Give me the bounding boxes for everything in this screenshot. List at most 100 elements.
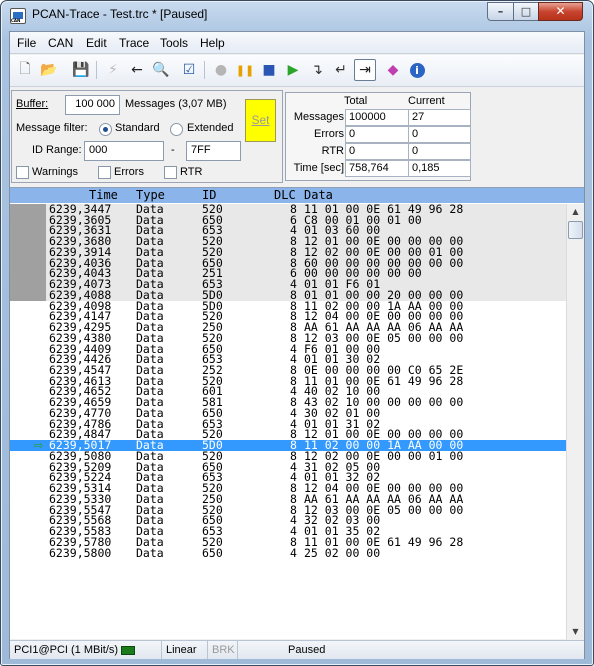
close-button[interactable]: ✕ [538, 2, 583, 21]
vertical-scrollbar[interactable]: ▲ ▼ [566, 204, 584, 640]
status-brk: BRK [208, 641, 238, 659]
stats-row-errors: Errors 0 0 [286, 126, 472, 143]
stats-total-value: 758,764 [345, 160, 409, 177]
scroll-up-icon[interactable]: ▲ [567, 204, 584, 220]
trace-rows: 6239,3447 Data 520 8 11 01 00 0E 61 49 96 28… [10, 204, 566, 640]
row-gutter [10, 419, 46, 430]
record-icon[interactable]: ● [210, 59, 232, 81]
goto-end-icon[interactable]: ⇥ [354, 59, 376, 81]
header-time[interactable]: Time [89, 188, 118, 203]
buffer-input[interactable]: 100 000 [65, 95, 120, 115]
stats-total-value: 100000 [345, 109, 409, 126]
errors-checkbox[interactable] [98, 166, 111, 179]
row-gutter [10, 214, 46, 226]
find-icon[interactable]: 🔍 [150, 59, 172, 81]
info-button[interactable]: i [406, 59, 428, 81]
maximize-icon: □ [520, 5, 532, 18]
connect-icon[interactable]: ⚡ [102, 59, 124, 81]
row-gutter [10, 494, 46, 505]
stats-table: Total Current Messages 100000 27 Errors … [285, 92, 471, 181]
stats-current-value: 0 [408, 126, 471, 143]
open-folder-icon[interactable]: 📂 [38, 59, 60, 81]
set-button[interactable]: Set [245, 99, 276, 142]
close-icon: ✕ [555, 4, 566, 18]
status-connection-text: PCI1@PCI (1 MBit/s) [14, 644, 119, 656]
row-gutter [10, 246, 46, 258]
id-to-input[interactable]: 7FF [186, 141, 241, 161]
warnings-label: Warnings [32, 166, 79, 178]
row-gutter [10, 344, 46, 355]
row-gutter [10, 462, 46, 473]
menu-edit[interactable]: Edit [86, 36, 107, 50]
row-gutter [10, 397, 46, 408]
header-type[interactable]: Type [136, 188, 165, 203]
buffer-info: Messages (3,07 MB) [125, 98, 227, 110]
stats-label: RTR [321, 145, 344, 157]
row-gutter [10, 365, 46, 376]
check-icon[interactable]: ☑ [178, 59, 200, 81]
row-gutter [10, 236, 46, 247]
settings-panel: Buffer: 100 000 Messages (3,07 MB) Messa… [10, 88, 584, 186]
cell-time: 6239,5800 [49, 545, 112, 560]
scroll-thumb[interactable] [568, 221, 583, 239]
window-title: PCAN-Trace - Test.trc * [Paused] [32, 7, 208, 21]
id-from-input[interactable]: 000 [84, 141, 164, 161]
step-back-icon[interactable]: ↵ [330, 59, 352, 81]
menu-tools[interactable]: Tools [160, 36, 188, 50]
title-bar[interactable]: PCAN-Trace - Test.trc * [Paused] – □ ✕ [1, 1, 593, 29]
grid-header: Time Type ID DLC Data [10, 188, 584, 203]
table-row[interactable]: 6239,5800 Data 650 4 25 02 00 00 [10, 545, 566, 560]
disconnect-icon[interactable]: ← [126, 59, 148, 81]
stats-total-value: 0 [345, 143, 409, 160]
status-bar: PCI1@PCI (1 MBit/s) Linear BRK Paused [10, 640, 584, 659]
menu-file[interactable]: File [17, 36, 36, 50]
warnings-checkbox[interactable] [16, 166, 29, 179]
row-gutter [10, 483, 46, 494]
stop-icon[interactable]: ■ [258, 59, 280, 81]
menu-help[interactable]: Help [200, 36, 225, 50]
menu-trace[interactable]: Trace [119, 36, 149, 50]
row-gutter [10, 257, 46, 269]
header-id[interactable]: ID [202, 188, 216, 203]
extended-label: Extended [187, 122, 234, 134]
toolbar-separator [96, 61, 97, 79]
scroll-down-icon[interactable]: ▼ [567, 624, 584, 640]
stats-current-header: Current [408, 95, 445, 107]
row-gutter [10, 225, 46, 237]
row-gutter [10, 386, 46, 397]
stats-total-header: Total [344, 95, 368, 107]
row-gutter [10, 548, 46, 559]
header-dlc[interactable]: DLC [274, 188, 296, 203]
rtr-label: RTR [180, 166, 203, 178]
status-connection: PCI1@PCI (1 MBit/s) [10, 641, 162, 659]
row-gutter [10, 204, 46, 215]
save-icon[interactable]: 💾 [70, 59, 92, 81]
cell-id: 650 [202, 545, 223, 560]
cell-data: 25 02 00 00 [304, 545, 381, 560]
menu-can[interactable]: CAN [48, 36, 73, 50]
minimize-button[interactable]: – [487, 2, 514, 21]
network-icon [121, 645, 136, 655]
trace-grid: Time Type ID DLC Data 6239,3447 Data 520 8 1… [10, 187, 584, 640]
extended-radio[interactable] [170, 123, 183, 136]
new-file-icon[interactable]: 🗋 [14, 59, 36, 81]
eraser-icon[interactable]: ◆ [382, 59, 404, 81]
row-gutter [10, 472, 46, 483]
info-icon: i [409, 62, 425, 78]
play-icon[interactable]: ▶ [282, 59, 304, 81]
header-data[interactable]: Data [304, 188, 333, 203]
pause-icon[interactable]: ❚❚ [234, 59, 256, 81]
standard-radio[interactable] [99, 123, 112, 136]
stats-label: Time [sec] [293, 162, 344, 174]
row-gutter [10, 268, 46, 280]
filter-label: Message filter: [16, 122, 88, 134]
rtr-checkbox[interactable] [164, 166, 177, 179]
row-gutter [10, 537, 46, 548]
minimize-icon: – [497, 5, 504, 18]
errors-label: Errors [114, 166, 144, 178]
row-gutter [10, 333, 46, 344]
row-gutter [10, 376, 46, 387]
app-window: PCAN-Trace - Test.trc * [Paused] – □ ✕ F… [0, 0, 594, 666]
maximize-button[interactable]: □ [513, 2, 539, 21]
step-icon[interactable]: ↴ [306, 59, 328, 81]
